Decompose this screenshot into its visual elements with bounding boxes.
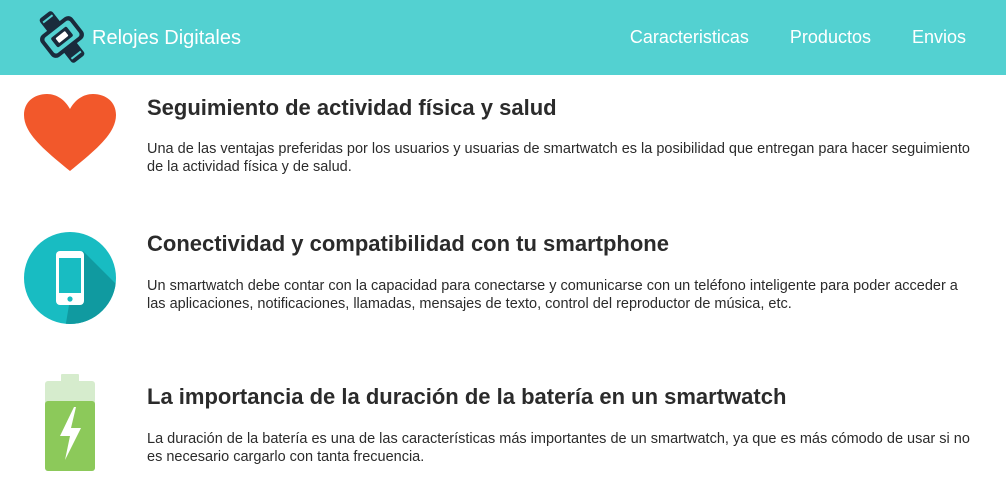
smartphone-icon bbox=[24, 232, 116, 324]
nav-link-productos[interactable]: Productos bbox=[790, 27, 871, 48]
feature-title: La importancia de la duración de la bate… bbox=[147, 384, 787, 409]
feature-title: Seguimiento de actividad física y salud bbox=[147, 95, 557, 120]
feature-battery: La importancia de la duración de la bate… bbox=[0, 370, 1006, 491]
heart-icon bbox=[24, 94, 116, 171]
top-navbar: Relojes Digitales Caracteristicas Produc… bbox=[0, 0, 1006, 75]
feature-description: La duración de la batería es una de las … bbox=[147, 431, 970, 465]
smartwatch-icon bbox=[39, 11, 85, 63]
feature-activity-tracking: Seguimiento de actividad física y salud … bbox=[0, 88, 1006, 188]
nav-link-caracteristicas[interactable]: Caracteristicas bbox=[630, 27, 749, 48]
brand-name: Relojes Digitales bbox=[92, 26, 241, 49]
nav-link-envios[interactable]: Envios bbox=[912, 27, 966, 48]
brand[interactable]: Relojes Digitales bbox=[34, 8, 241, 66]
main-nav: Caracteristicas Productos Envios bbox=[589, 0, 966, 75]
feature-connectivity: Conectividad y compatibilidad con tu sma… bbox=[0, 225, 1006, 345]
battery-icon bbox=[45, 374, 95, 471]
feature-title: Conectividad y compatibilidad con tu sma… bbox=[147, 231, 669, 256]
feature-description: Un smartwatch debe contar con la capacid… bbox=[147, 278, 958, 312]
feature-description: Una de las ventajas preferidas por los u… bbox=[147, 141, 970, 175]
